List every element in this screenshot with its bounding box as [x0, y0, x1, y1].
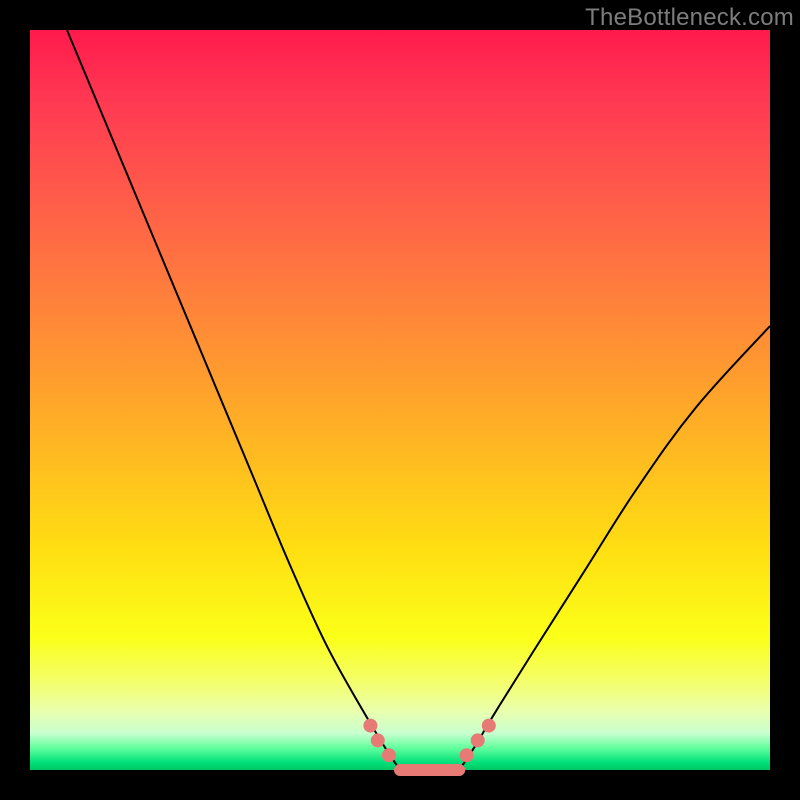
marker-dot: [471, 733, 485, 747]
bottom-markers: [363, 719, 495, 770]
right-curve-line: [459, 326, 770, 770]
watermark-text: TheBottleneck.com: [585, 4, 794, 32]
marker-dot: [460, 748, 474, 762]
marker-dot: [363, 719, 377, 733]
chart-svg: [30, 30, 770, 770]
left-curve-line: [67, 30, 400, 770]
marker-dot: [482, 719, 496, 733]
marker-dot: [382, 748, 396, 762]
marker-dot: [371, 733, 385, 747]
